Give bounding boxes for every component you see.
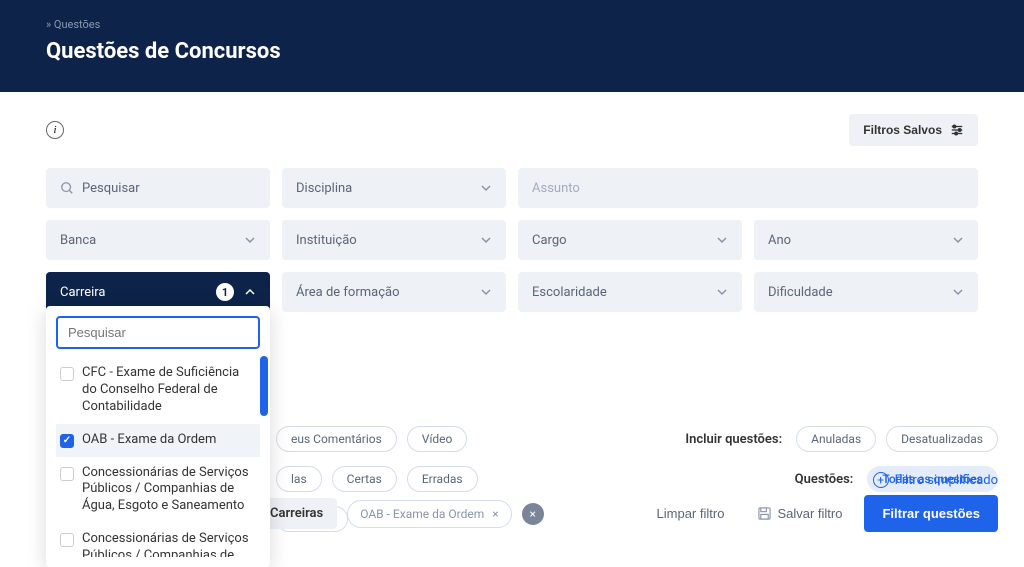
checkbox-icon[interactable] — [60, 367, 74, 381]
filter-cargo[interactable]: Cargo — [518, 220, 742, 260]
save-icon — [758, 507, 771, 520]
search-icon — [60, 181, 74, 195]
dropdown-list[interactable]: CFC - Exame de Suficiência do Conselho F… — [56, 357, 260, 557]
chevron-down-icon — [480, 234, 492, 246]
chevron-down-icon — [952, 286, 964, 298]
dropdown-item[interactable]: Concessionárias de Serviços Públicos / C… — [56, 457, 260, 524]
filter-area-formacao[interactable]: Área de formação — [282, 272, 506, 312]
plus-circle-icon: + — [873, 472, 889, 488]
sliders-icon — [950, 123, 964, 137]
dropdown-item[interactable]: OAB - Exame da Ordem — [56, 424, 260, 457]
scrollbar[interactable] — [260, 356, 268, 416]
carreira-dropdown: CFC - Exame de Suficiência do Conselho F… — [46, 306, 270, 567]
clear-chips-icon[interactable]: × — [522, 503, 544, 525]
chevron-down-icon — [480, 286, 492, 298]
simplified-filter-link[interactable]: + Filtro simplificado — [873, 472, 998, 488]
save-filter-button[interactable]: Salvar filtro — [746, 498, 854, 529]
chip-comentarios[interactable]: eus Comentários — [276, 426, 397, 452]
chevron-down-icon — [244, 234, 256, 246]
checkbox-checked-icon[interactable] — [60, 434, 74, 448]
applied-filter-chip: OAB - Exame da Ordem × — [347, 500, 511, 528]
chip-erradas[interactable]: Erradas — [407, 466, 478, 492]
chevron-down-icon — [480, 182, 492, 194]
carreira-count-badge: 1 — [216, 283, 234, 301]
filter-escolaridade[interactable]: Escolaridade — [518, 272, 742, 312]
chevron-up-icon — [244, 286, 256, 298]
dropdown-search-input[interactable] — [56, 316, 260, 349]
page-title: Questões de Concursos — [46, 39, 978, 64]
chevron-down-icon — [716, 234, 728, 246]
chip-anuladas[interactable]: Anuladas — [796, 426, 876, 452]
filter-assunto: Assunto — [518, 168, 978, 208]
chip-las[interactable]: las — [276, 466, 322, 492]
info-icon[interactable]: i — [46, 121, 64, 139]
chevron-down-icon — [716, 286, 728, 298]
filter-instituicao[interactable]: Instituição — [282, 220, 506, 260]
clear-filter-button[interactable]: Limpar filtro — [645, 498, 737, 529]
search-input[interactable]: Pesquisar — [46, 168, 270, 208]
filter-disciplina[interactable]: Disciplina — [282, 168, 506, 208]
chevron-down-icon — [952, 234, 964, 246]
filter-ano[interactable]: Ano — [754, 220, 978, 260]
chip-certas[interactable]: Certas — [332, 466, 397, 492]
filter-dificuldade[interactable]: Dificuldade — [754, 272, 978, 312]
filter-banca[interactable]: Banca — [46, 220, 270, 260]
incluir-label: Incluir questões: — [685, 432, 782, 447]
chip-video[interactable]: Vídeo — [407, 426, 468, 452]
questoes-label: Questões: — [795, 472, 854, 487]
filter-questions-button[interactable]: Filtrar questões — [864, 495, 998, 532]
remove-chip-icon[interactable]: × — [492, 507, 498, 521]
page-header: Questões Questões de Concursos — [0, 0, 1024, 92]
saved-filters-button[interactable]: Filtros Salvos — [849, 114, 978, 146]
saved-filters-label: Filtros Salvos — [863, 123, 942, 137]
dropdown-item[interactable]: CFC - Exame de Suficiência do Conselho F… — [56, 357, 260, 424]
breadcrumb[interactable]: Questões — [46, 18, 978, 31]
checkbox-icon[interactable] — [60, 467, 74, 481]
search-placeholder: Pesquisar — [82, 181, 140, 196]
checkbox-icon[interactable] — [60, 533, 74, 547]
chip-desatualizadas[interactable]: Desatualizadas — [886, 426, 998, 452]
